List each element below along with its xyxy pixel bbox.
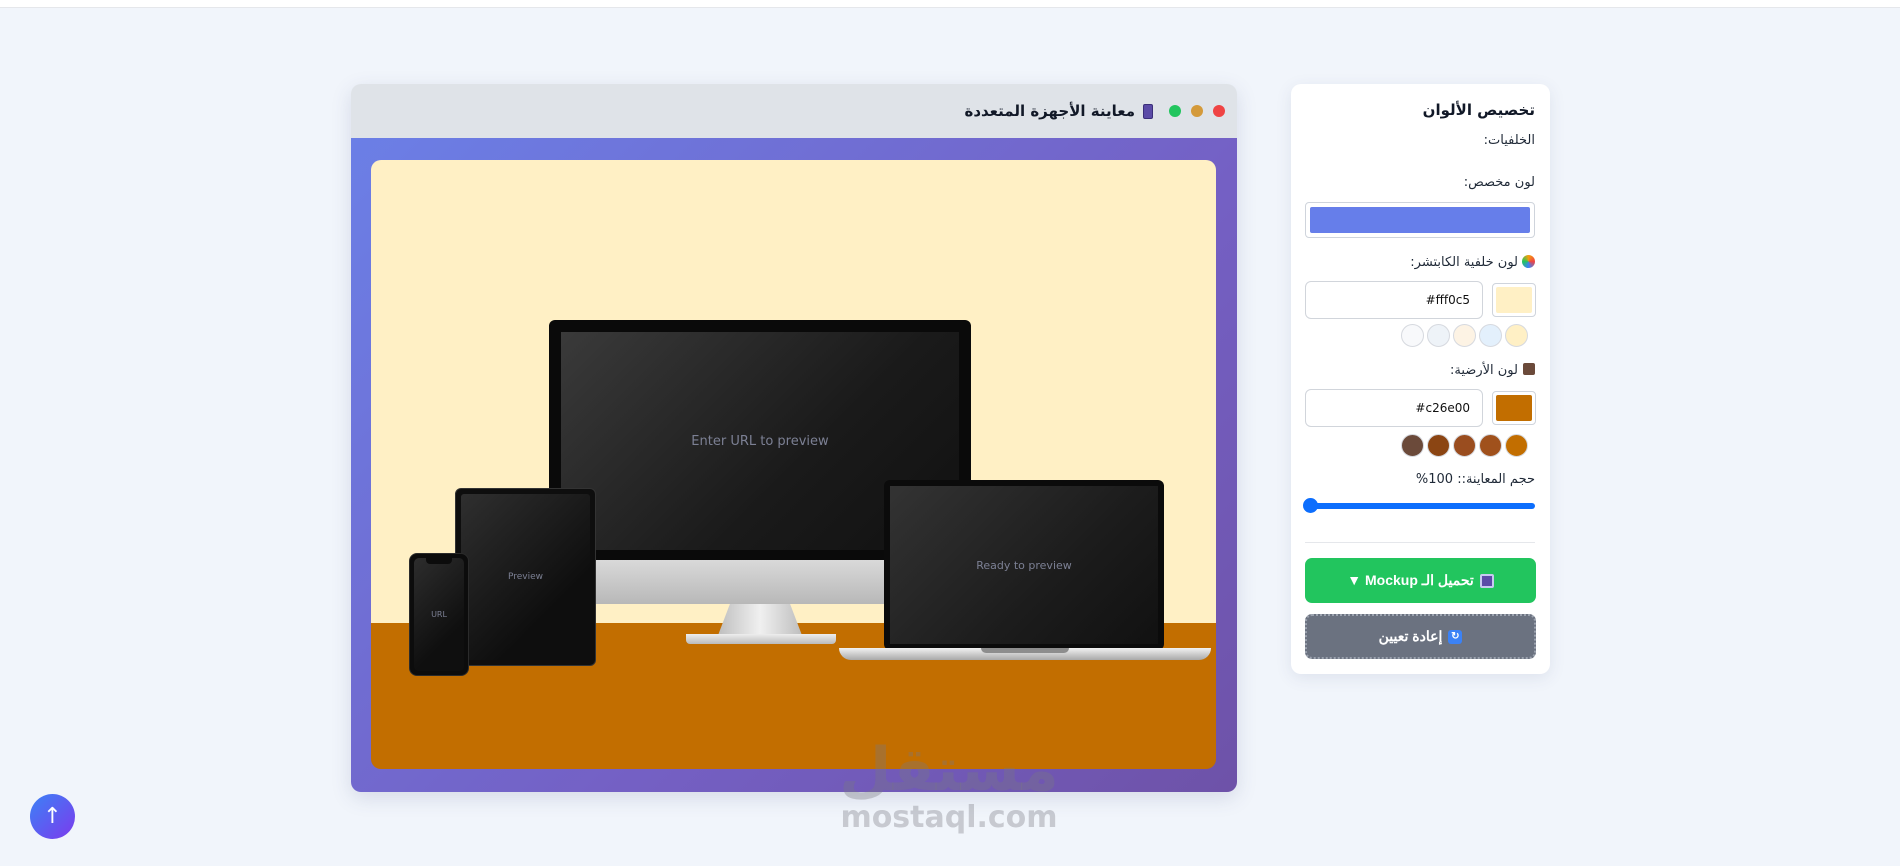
tablet-screen-text: Preview [507, 572, 544, 582]
scroll-to-top-button[interactable]: ↑ [30, 794, 75, 839]
floppy-disk-icon [1479, 573, 1494, 588]
close-dot-icon[interactable] [1213, 105, 1225, 117]
capture-bg-color-picker[interactable] [1492, 283, 1536, 317]
imac-stand [717, 604, 803, 638]
reset-label: إعادة تعيين [1378, 628, 1443, 644]
watermark: مستقل mostaql.com [836, 740, 1062, 836]
floor-color-swatch [1496, 395, 1532, 421]
mobile-phone-icon [1143, 103, 1153, 119]
capture-bg-presets [1401, 324, 1528, 347]
backgrounds-label: الخلفيات: [1483, 133, 1535, 148]
refresh-icon: ↻ [1448, 629, 1463, 644]
floor-color-label: لون الأرضية: [1450, 363, 1535, 378]
phone-screen: URL [414, 558, 464, 671]
top-bar [0, 0, 1900, 8]
capture-bg-hex-input[interactable]: #fff0c5 [1305, 281, 1483, 319]
custom-color-fill [1310, 207, 1530, 233]
slider-knob[interactable] [1303, 498, 1318, 513]
maximize-dot-icon[interactable] [1169, 105, 1181, 117]
floor-preset-4[interactable] [1427, 434, 1450, 457]
imac-screen-text: Enter URL to preview [691, 433, 829, 449]
reset-button[interactable]: ↻ إعادة تعيين [1305, 614, 1536, 659]
watermark-latin: mostaql.com [840, 800, 1058, 835]
preview-window: معاينة الأجهزة المتعددة Enter URL to pre… [351, 84, 1237, 792]
floor-color-presets [1401, 434, 1528, 457]
palette-icon [1522, 255, 1535, 268]
custom-color-picker[interactable] [1305, 202, 1535, 238]
phone-notch [426, 558, 452, 564]
capture-bg-preset-1[interactable] [1505, 324, 1528, 347]
capture-bg-swatch [1496, 287, 1532, 313]
capture-bg-preset-4[interactable] [1427, 324, 1450, 347]
tablet-screen: Preview [461, 494, 590, 660]
download-mockup-label: تحميل الـ Mockup ▼ [1347, 572, 1474, 588]
preview-size-label: حجم المعاينة:: 100% [1415, 472, 1535, 487]
preview-size-slider[interactable] [1303, 498, 1535, 513]
laptop-notch [981, 648, 1069, 653]
laptop-screen: Ready to preview [890, 486, 1158, 644]
floor-preset-5[interactable] [1401, 434, 1424, 457]
capture-bg-label: لون خلفية الكابتشر: [1410, 255, 1535, 270]
window-title: معاينة الأجهزة المتعددة [964, 102, 1153, 120]
floor-color-picker[interactable] [1492, 391, 1536, 425]
tablet-device: Preview [455, 488, 596, 666]
laptop-device: Ready to preview [884, 480, 1164, 650]
imac-base [686, 634, 836, 644]
capture-bg-hex-value: #fff0c5 [1425, 293, 1470, 307]
floor-hex-input[interactable]: #c26e00 [1305, 389, 1483, 427]
color-settings-panel: تخصيص الألوان الخلفيات: لون مخصص: لون خل… [1291, 84, 1550, 674]
capture-bg-preset-2[interactable] [1479, 324, 1502, 347]
panel-title: تخصيص الألوان [1422, 101, 1535, 119]
watermark-arabic: مستقل [839, 735, 1059, 805]
preview-body: Enter URL to preview Ready to preview Pr… [351, 138, 1237, 792]
capture-bg-preset-5[interactable] [1401, 324, 1424, 347]
floor-hex-value: #c26e00 [1415, 401, 1470, 415]
window-header: معاينة الأجهزة المتعددة [351, 84, 1237, 138]
laptop-screen-text: Ready to preview [976, 558, 1072, 572]
mockup-stage: Enter URL to preview Ready to preview Pr… [371, 160, 1216, 769]
floor-preset-1[interactable] [1505, 434, 1528, 457]
capture-bg-label-text: لون خلفية الكابتشر: [1410, 255, 1518, 270]
phone-screen-text: URL [431, 610, 447, 619]
custom-color-label: لون مخصص: [1463, 175, 1535, 190]
minimize-dot-icon[interactable] [1191, 105, 1203, 117]
floor-preset-3[interactable] [1453, 434, 1476, 457]
floor-color-label-text: لون الأرضية: [1450, 363, 1518, 378]
divider [1305, 542, 1535, 543]
floor-square-icon [1523, 363, 1535, 375]
arrow-up-icon: ↑ [43, 804, 62, 829]
window-title-text: معاينة الأجهزة المتعددة [964, 102, 1135, 120]
capture-bg-preset-3[interactable] [1453, 324, 1476, 347]
download-mockup-button[interactable]: تحميل الـ Mockup ▼ [1305, 558, 1536, 603]
floor-preset-2[interactable] [1479, 434, 1502, 457]
phone-device: URL [409, 553, 469, 676]
